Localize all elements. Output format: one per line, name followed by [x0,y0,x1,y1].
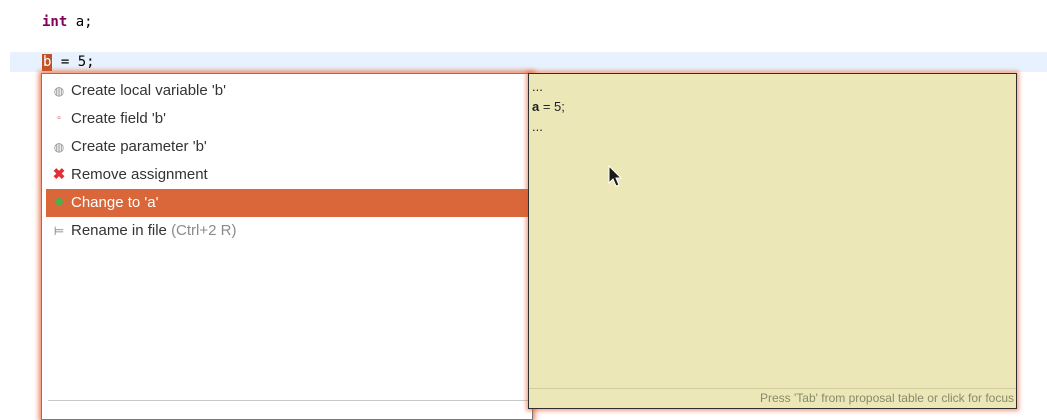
current-line-highlight [10,52,1047,72]
proposal-label: Remove assignment [71,166,208,183]
proposal-list[interactable]: ◍ Create local variable 'b' ▫ Create field… [42,77,532,245]
proposal-status-divider [48,400,532,401]
preview-footer-hint: Press 'Tab' from proposal table or click… [529,388,1016,408]
proposal-label: Change to 'a' [71,194,159,211]
rename-icon: ⊨ [53,224,65,239]
field-icon: ▫ [57,113,61,125]
code-text: = 5; [52,54,95,70]
shortcut-hint: (Ctrl+2 R) [171,222,237,239]
proposal-change-to-a[interactable]: ⬢ Change to 'a' [46,189,532,217]
preview-code-line: a = 5; [532,98,565,116]
parameter-icon: ◍ [53,140,65,155]
code-line-declaration[interactable]: int a; [42,12,93,32]
mouse-pointer-icon [608,165,623,187]
quick-fix-proposals-popup[interactable]: ◍ Create local variable 'b' ▫ Create field… [41,73,533,420]
keyword-int: int [42,14,68,30]
proposal-rename-in-file[interactable]: ⊨ Rename in file (Ctrl+2 R) [42,217,532,245]
change-icon: ⬢ [54,197,64,209]
preview-ellipsis: ... [532,119,543,134]
proposal-preview-popup[interactable]: ... a = 5; ... Press 'Tab' from proposal… [528,73,1017,409]
preview-ellipsis: ... [532,79,543,94]
preview-code-rest: = 5; [539,99,565,114]
error-variable[interactable]: b [42,54,53,71]
local-variable-icon: ◍ [53,84,65,99]
proposal-create-parameter[interactable]: ◍ Create parameter 'b' [42,133,532,161]
proposal-label: Rename in file [71,222,167,239]
remove-icon: ✖ [52,166,66,184]
proposal-label: Create parameter 'b' [71,138,207,155]
proposal-remove-assignment[interactable]: ✖ Remove assignment [42,161,532,189]
code-line-assignment[interactable]: b = 5; [42,52,95,72]
proposal-label: Create local variable 'b' [71,82,226,99]
proposal-create-local-variable[interactable]: ◍ Create local variable 'b' [42,77,532,105]
code-text: a; [67,14,93,30]
proposal-create-field[interactable]: ▫ Create field 'b' [42,105,532,133]
proposal-label: Create field 'b' [71,110,166,127]
